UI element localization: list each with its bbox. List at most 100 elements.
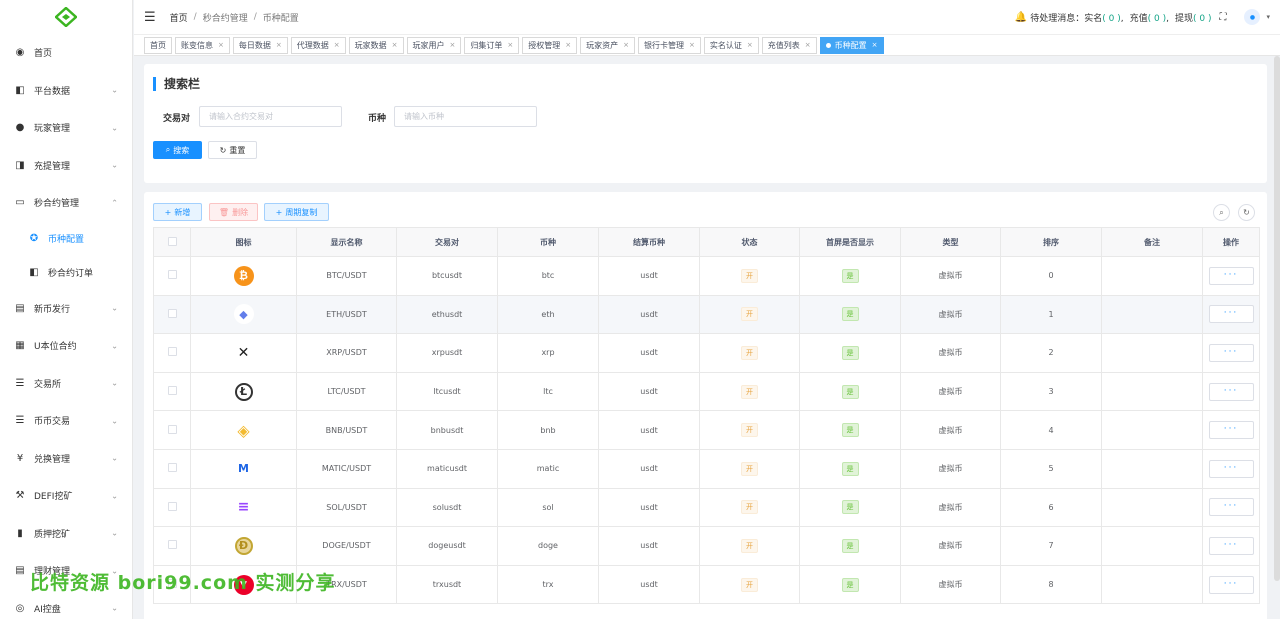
tab-1[interactable]: 账变信息 × (175, 36, 230, 54)
action-cell: ··· (1202, 333, 1260, 373)
hamburger-icon[interactable]: ☰ (144, 10, 156, 25)
close-icon[interactable]: × (507, 41, 513, 49)
sidebar-item-10[interactable]: ☰ 币币交易 ⌄ (0, 402, 132, 440)
close-icon[interactable]: × (276, 41, 282, 49)
sort-cell: 7 (1000, 526, 1102, 566)
sidebar-item-6[interactable]: ◧ 秒合约订单 (0, 256, 132, 290)
table-row[interactable]: M MATIC/USDT maticusdt matic usdt 开是虚拟币 5 ··· (153, 448, 1260, 489)
sidebar-item-7[interactable]: ▤ 新币发行 ⌄ (0, 290, 132, 328)
more-button[interactable]: ··· (1208, 536, 1254, 555)
table-row[interactable]: ✕ XRP/USDT xrpusdt xrp usdt 开是虚拟币 2 ··· (153, 333, 1260, 373)
table-row[interactable]: ◆ ETH/USDT ethusdt eth usdt 开是虚拟币 1 ··· (153, 294, 1260, 335)
more-button[interactable]: ··· (1208, 382, 1254, 401)
more-button[interactable]: ··· (1208, 459, 1254, 478)
sidebar-item-13[interactable]: ▮ 质押挖矿 ⌄ (0, 515, 132, 553)
search-button[interactable]: ⌕ 搜索 (153, 141, 202, 159)
tab-2[interactable]: 每日数据 × (232, 36, 288, 54)
select-cell[interactable] (153, 410, 191, 450)
sidebar-item-1[interactable]: ◧ 平台数据 ⌄ (0, 72, 132, 110)
breadcrumb-section[interactable]: 秒合约管理 (203, 11, 248, 24)
more-button[interactable]: ··· (1208, 266, 1254, 285)
table-row[interactable]: ≡ SOL/USDT solusdt sol usdt 开是虚拟币 6 ··· (153, 487, 1260, 528)
sidebar-item-8[interactable]: ▦ U本位合约 ⌄ (0, 327, 132, 365)
tab-3[interactable]: 代理数据 × (290, 36, 346, 54)
avatar[interactable]: ● (1244, 9, 1261, 25)
row-checkbox[interactable] (167, 386, 177, 396)
add-button[interactable]: + 新增 (153, 203, 202, 221)
tab-10[interactable]: 实名认证 × (703, 36, 759, 54)
table-row[interactable]: ◈ BNB/USDT bnbusdt bnb usdt 开是虚拟币 4 ··· (153, 410, 1260, 450)
select-cell[interactable] (153, 294, 191, 335)
close-icon[interactable]: × (623, 41, 629, 49)
fullscreen-icon[interactable]: ⛶ (1219, 12, 1226, 23)
table-row[interactable]: ₿ BTC/USDT btcusdt btc usdt 开是虚拟币 0 ··· (153, 256, 1260, 296)
more-button[interactable]: ··· (1208, 421, 1254, 440)
page-scrollbar[interactable] (1274, 56, 1280, 581)
more-button[interactable]: ··· (1208, 305, 1254, 324)
row-checkbox[interactable] (167, 270, 177, 280)
more-button[interactable]: ··· (1208, 343, 1254, 362)
sidebar-item-9[interactable]: ☰ 交易所 ⌄ (0, 365, 132, 403)
sidebar-item-2[interactable]: ● 玩家管理 ⌄ (0, 109, 132, 147)
tab-11[interactable]: 充值列表 × (761, 36, 817, 54)
row-checkbox[interactable] (167, 347, 177, 357)
close-icon[interactable]: × (747, 41, 753, 49)
close-icon[interactable]: × (565, 41, 571, 49)
sidebar-item-5[interactable]: ✪ 币种配置 (0, 222, 132, 256)
close-icon[interactable]: × (392, 41, 398, 49)
row-checkbox[interactable] (167, 308, 177, 318)
realname-link[interactable]: 实名( 0 ), (1084, 11, 1123, 24)
tab-9[interactable]: 银行卡管理 × (638, 36, 701, 54)
row-checkbox[interactable] (167, 501, 177, 511)
refresh-button[interactable]: ↻ (1238, 204, 1255, 221)
breadcrumb-home[interactable]: 首页 (170, 11, 188, 24)
chevron-down-icon[interactable]: ▾ (1266, 13, 1270, 21)
select-cell[interactable] (153, 448, 191, 489)
select-all-checkbox[interactable] (167, 236, 177, 246)
tab-7[interactable]: 授权管理 × (522, 36, 578, 54)
home-cell: 是 (799, 526, 901, 566)
row-checkbox[interactable] (167, 540, 177, 550)
select-all-cell[interactable] (153, 227, 191, 257)
select-cell[interactable] (153, 526, 191, 566)
sidebar-item-label: 首页 (34, 49, 53, 60)
table-row[interactable]: Ł LTC/USDT ltcusdt ltc usdt 开是虚拟币 3 ··· (153, 371, 1260, 412)
xrp-icon: ✕ (233, 342, 254, 363)
row-checkbox[interactable] (167, 424, 177, 434)
row-checkbox[interactable] (167, 463, 177, 473)
close-icon[interactable]: × (334, 41, 340, 49)
tab-5[interactable]: 玩家用户 × (406, 36, 462, 54)
deposit-link[interactable]: 充值( 0 ), (1130, 11, 1169, 24)
more-button[interactable]: ··· (1208, 575, 1254, 594)
tab-6[interactable]: 归集订单 × (464, 36, 520, 54)
reset-button[interactable]: ↻ 重置 (208, 141, 257, 159)
coin-input[interactable]: 请输入币种 (394, 106, 537, 127)
tab-0[interactable]: 首页 (144, 36, 172, 54)
close-icon[interactable]: × (689, 41, 695, 49)
sidebar-item-4[interactable]: ▭ 秒合约管理 ⌃ (0, 184, 132, 222)
tab-8[interactable]: 玩家资产 × (580, 36, 635, 54)
close-icon[interactable]: × (450, 41, 456, 49)
tab-12[interactable]: 币种配置 × (819, 36, 884, 54)
copy-button[interactable]: + 周期复制 (264, 203, 329, 221)
select-cell[interactable] (153, 487, 191, 528)
search-toggle-button[interactable]: ⌕ (1213, 204, 1230, 221)
tab-4[interactable]: 玩家数据 × (348, 36, 404, 54)
sidebar-item-3[interactable]: ◨ 充提管理 ⌄ (0, 147, 132, 185)
pair-input[interactable]: 请输入合约交易对 (199, 106, 342, 127)
close-icon[interactable]: × (805, 41, 811, 49)
close-icon[interactable]: × (218, 41, 224, 49)
more-button[interactable]: ··· (1208, 498, 1254, 517)
delete-button[interactable]: 🗑 删除 (209, 203, 258, 221)
select-cell[interactable] (153, 256, 191, 296)
select-cell[interactable] (153, 333, 191, 373)
withdraw-link[interactable]: 提现( 0 ) (1175, 11, 1212, 24)
bell-icon[interactable]: 🔔 (1015, 12, 1027, 23)
close-icon[interactable]: × (872, 41, 878, 49)
sidebar-item-0[interactable]: ◉ 首页 (0, 34, 132, 72)
table-row[interactable]: Ð DOGE/USDT dogeusdt doge usdt 开是虚拟币 7 ··· (153, 526, 1260, 566)
sidebar-item-11[interactable]: ¥ 兑换管理 ⌄ (0, 440, 132, 478)
app-logo[interactable] (0, 0, 132, 34)
select-cell[interactable] (153, 371, 191, 412)
sidebar-item-12[interactable]: ⚒ DEFI挖矿 ⌄ (0, 477, 132, 515)
